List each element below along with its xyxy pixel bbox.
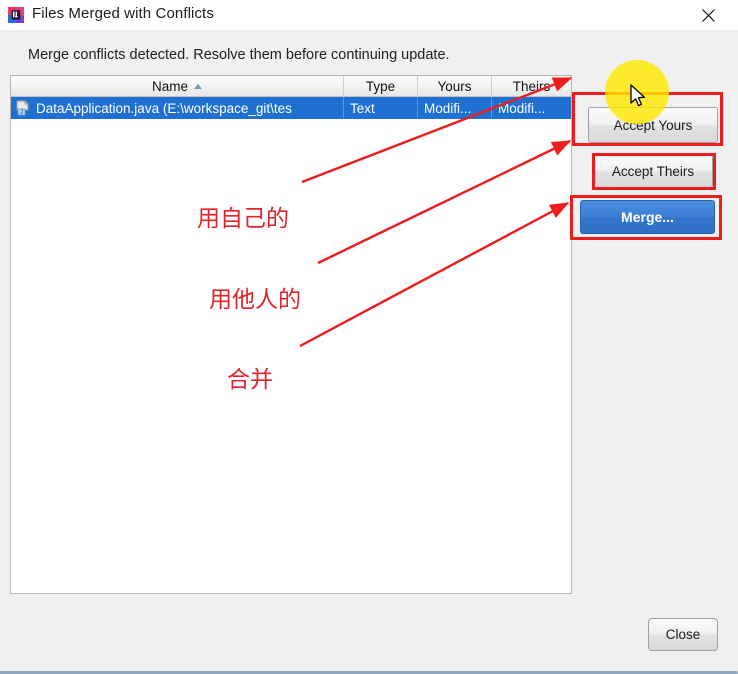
- java-file-icon: J: [15, 100, 31, 116]
- close-button[interactable]: Close: [648, 618, 718, 651]
- annotation-label-merge: 合并: [227, 367, 273, 392]
- column-header-name-label: Name: [151, 78, 188, 94]
- intellij-idea-icon: [7, 6, 25, 24]
- table-header-row: Name Type Yours Theirs: [11, 76, 571, 97]
- close-icon[interactable]: [686, 0, 730, 30]
- annotation-label-accept-yours: 用自己的: [197, 206, 289, 231]
- cell-name: J DataApplication.java (E:\workspace_git…: [11, 97, 344, 119]
- table-row[interactable]: J DataApplication.java (E:\workspace_git…: [11, 97, 571, 119]
- column-header-type[interactable]: Type: [344, 76, 418, 96]
- column-header-theirs-label: Theirs: [512, 78, 551, 94]
- cell-yours: Modifi...: [418, 97, 492, 119]
- accept-yours-button[interactable]: Accept Yours: [588, 107, 718, 143]
- column-header-yours-label: Yours: [437, 78, 472, 94]
- sort-ascending-icon: [194, 84, 202, 89]
- merge-button[interactable]: Merge...: [580, 200, 715, 234]
- svg-text:J: J: [20, 109, 23, 116]
- column-header-yours[interactable]: Yours: [418, 76, 492, 96]
- accept-theirs-button[interactable]: Accept Theirs: [593, 154, 713, 188]
- cell-type: Text: [344, 97, 418, 119]
- cell-theirs: Modifi...: [498, 100, 546, 116]
- annotation-label-accept-theirs: 用他人的: [209, 287, 301, 312]
- column-header-type-label: Type: [365, 78, 396, 94]
- column-header-name[interactable]: Name: [11, 76, 344, 96]
- window-title: Files Merged with Conflicts: [32, 5, 214, 22]
- conflicted-files-table[interactable]: Name Type Yours Theirs J DataApplication…: [10, 75, 572, 594]
- column-header-theirs[interactable]: Theirs: [492, 76, 571, 96]
- title-bar: Files Merged with Conflicts: [0, 0, 738, 31]
- cell-name-text: DataApplication.java (E:\workspace_git\t…: [36, 100, 292, 116]
- conflict-message: Merge conflicts detected. Resolve them b…: [28, 47, 450, 63]
- dialog-body: Merge conflicts detected. Resolve them b…: [0, 30, 738, 671]
- dialog-window: Files Merged with Conflicts Merge confli…: [0, 0, 738, 674]
